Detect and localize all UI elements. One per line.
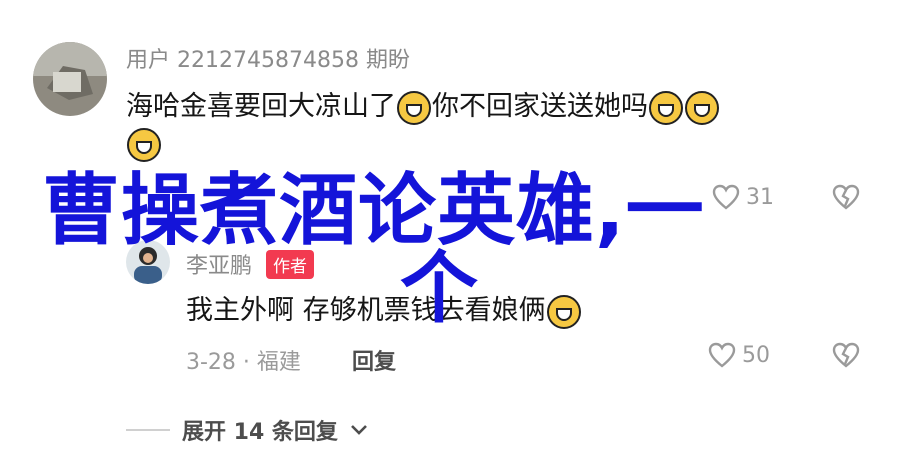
avatar[interactable] [33, 42, 107, 116]
like-button[interactable]: 31 [712, 184, 774, 210]
broken-heart-icon [832, 184, 860, 210]
chevron-down-icon [351, 425, 367, 435]
comment-text-part1: 海哈金喜要回大凉山了 [126, 91, 396, 122]
reply-button[interactable]: 回复 [352, 344, 396, 376]
avatar-image [33, 42, 107, 116]
reply-date-location: 3-28 · 福建 [186, 350, 301, 375]
laughing-tears-emoji-icon [649, 90, 683, 125]
overlay-second-line: 个 [400, 244, 479, 334]
expand-divider [126, 429, 170, 431]
comment-text: 海哈金喜要回大凉山了 你不回家送送她吗 [126, 84, 720, 125]
expand-replies-label[interactable]: 展开 14 条回复 [182, 414, 338, 446]
reply-text-row: 我主外啊 存够机票钱去看娘俩 [186, 288, 582, 329]
expand-replies-row[interactable]: 展开 14 条回复 [126, 414, 368, 446]
reply-text: 我主外啊 存够机票钱去看娘俩 [186, 295, 546, 326]
dislike-button[interactable] [832, 184, 860, 214]
overlay-title: 曹操煮酒论英雄,一 [42, 166, 705, 256]
reply-like-button[interactable]: 50 [708, 342, 770, 368]
grinning-squint-emoji-icon [397, 90, 431, 125]
comment-username[interactable]: 用户 2212745874858 期盼 [126, 42, 410, 74]
broken-heart-icon [832, 342, 860, 368]
laughing-tears-emoji-icon [685, 90, 719, 125]
comment-text-part2: 你不回家送送她吗 [432, 91, 648, 122]
laughing-tears-emoji-icon [546, 294, 581, 329]
heart-icon [708, 342, 736, 368]
reply-like-count: 50 [742, 342, 770, 368]
like-count: 31 [746, 184, 774, 210]
heart-icon [712, 184, 740, 210]
reply-dislike-button[interactable] [832, 342, 860, 372]
